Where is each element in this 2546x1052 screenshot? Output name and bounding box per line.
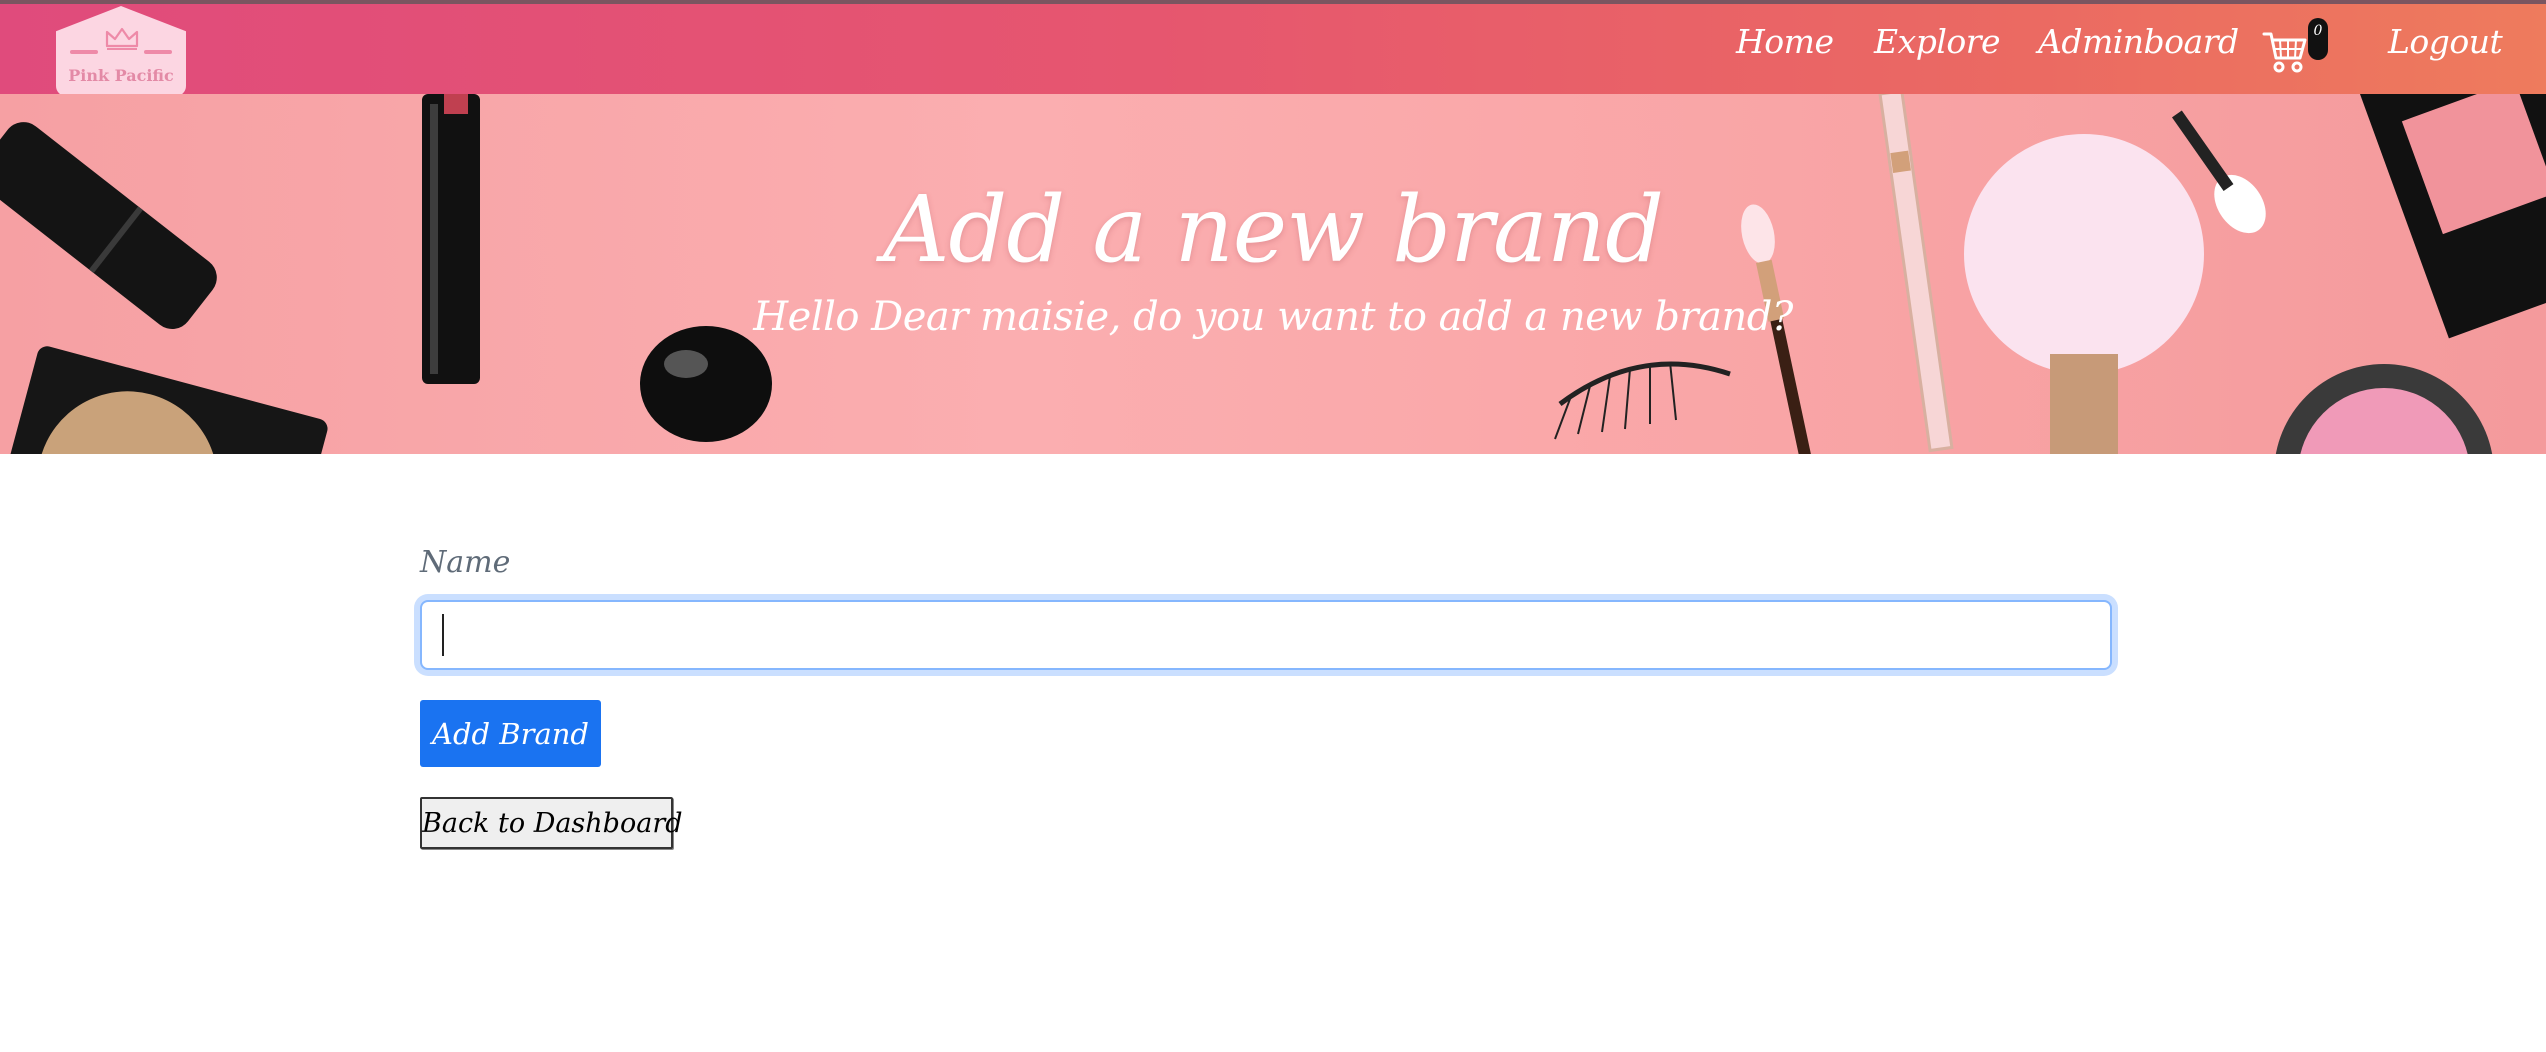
nav-link-adminboard[interactable]: Adminboard — [2038, 22, 2239, 61]
brand-name-input[interactable] — [420, 600, 2112, 670]
hero-banner: Add a new brand Hello Dear maisie, do yo… — [0, 94, 2546, 454]
text-caret — [442, 614, 444, 656]
page-subtitle: Hello Dear maisie, do you want to add a … — [753, 294, 1793, 340]
name-field-label: Name — [420, 545, 511, 580]
crown-icon — [105, 27, 139, 50]
brand-logo[interactable]: Pink Pacific — [56, 6, 186, 96]
top-navbar: Pink Pacific Home Explore Adminboard 0 L… — [0, 0, 2546, 96]
nav-link-home[interactable]: Home — [1736, 22, 1834, 61]
logo-decor-line-right — [144, 50, 172, 54]
logo-text: Pink Pacific — [68, 66, 174, 85]
nav-link-logout[interactable]: Logout — [2388, 22, 2503, 61]
page-title: Add a new brand — [882, 176, 1664, 283]
add-brand-button[interactable]: Add Brand — [420, 700, 601, 767]
cart-icon[interactable] — [2262, 28, 2308, 74]
nav-link-explore[interactable]: Explore — [1874, 22, 2001, 61]
back-to-dashboard-button[interactable]: Back to Dashboard — [420, 797, 683, 849]
logo-decor-line-left — [70, 50, 98, 54]
cart-count-badge: 0 — [2308, 18, 2328, 60]
